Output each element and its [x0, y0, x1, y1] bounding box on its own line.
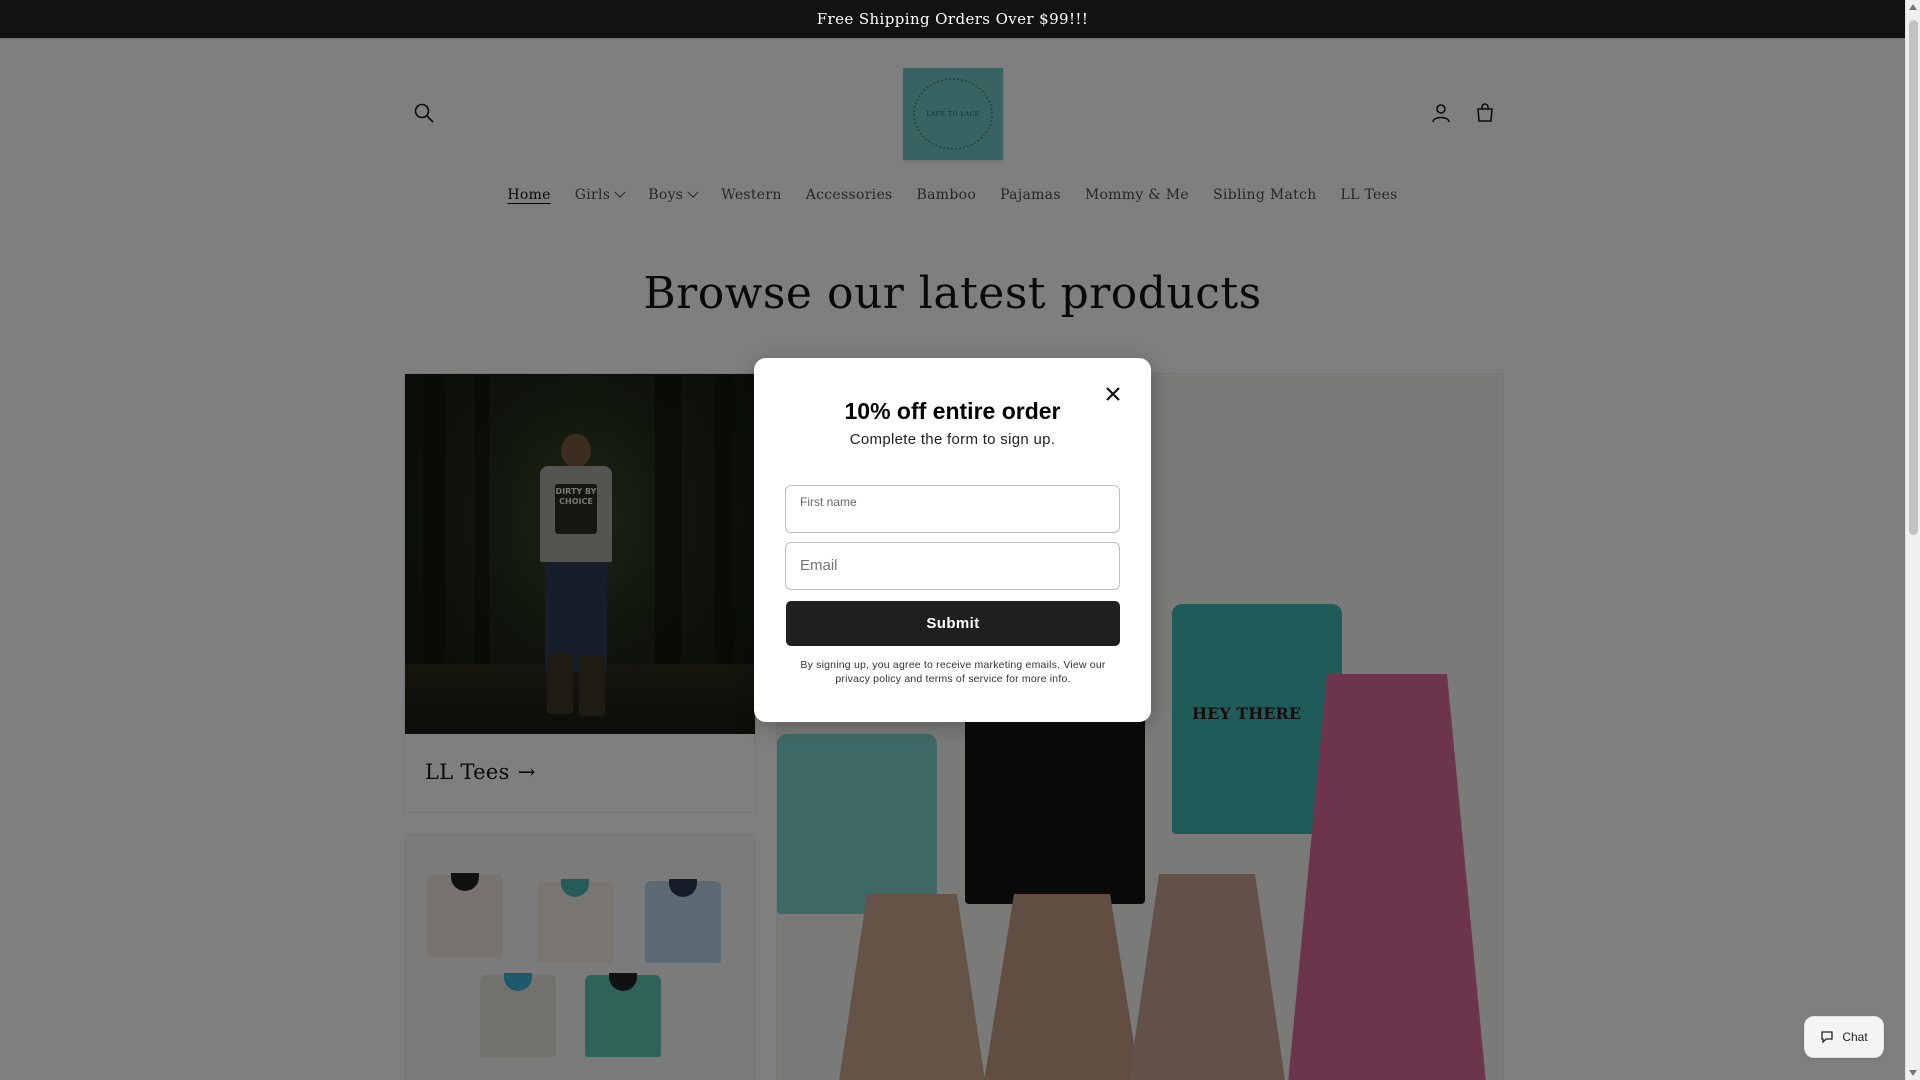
- chat-bubble-icon: [1821, 1031, 1833, 1044]
- signup-modal: 10% off entire order Complete the form t…: [754, 358, 1151, 722]
- first-name-label: First name: [800, 495, 857, 509]
- modal-disclaimer: By signing up, you agree to receive mark…: [800, 659, 1106, 685]
- modal-subtitle: Complete the form to sign up.: [849, 431, 1056, 448]
- scroll-thumb[interactable]: [1909, 20, 1918, 535]
- modal-title: 10% off entire order: [844, 398, 1061, 424]
- announcement-bar: Free Shipping Orders Over $99!!!: [0, 0, 1905, 38]
- email-field[interactable]: [785, 542, 1120, 590]
- first-name-field[interactable]: First name: [785, 485, 1120, 533]
- chat-button[interactable]: Chat: [1804, 1016, 1884, 1058]
- scroll-up-icon[interactable]: [1909, 4, 1917, 10]
- email-input[interactable]: [800, 557, 1100, 574]
- chat-label: Chat: [1842, 1030, 1868, 1044]
- submit-button[interactable]: Submit: [786, 601, 1120, 646]
- announcement-text: Free Shipping Orders Over $99!!!: [816, 10, 1089, 28]
- scroll-down-icon[interactable]: [1909, 1070, 1917, 1076]
- page-scrollbar[interactable]: [1905, 0, 1920, 1080]
